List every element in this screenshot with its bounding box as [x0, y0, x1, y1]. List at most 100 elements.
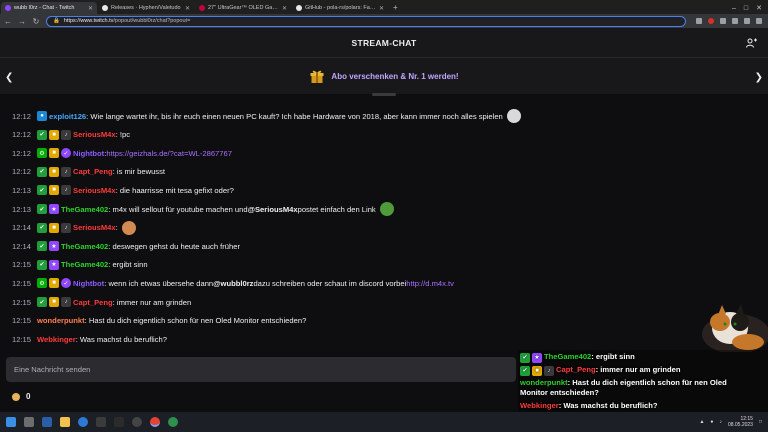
notifications-icon[interactable]: □: [759, 419, 762, 425]
task-view-icon[interactable]: [42, 417, 52, 427]
chat-username[interactable]: SeriousM4x: [73, 130, 116, 139]
chat-message[interactable]: 12:15 Webkinger: Was machst du beruflich?: [12, 331, 167, 347]
sub-badge-icon[interactable]: ★: [49, 241, 59, 252]
chat-message[interactable]: 12:12 ⚙ ■ ✓ Nightbot: https://geizhals.de/?c…: [12, 145, 232, 161]
chat-input[interactable]: Eine Nachricht senden: [6, 357, 516, 382]
sub-badge-icon[interactable]: ★: [49, 204, 59, 214]
blue-badge-icon[interactable]: ●: [37, 111, 47, 121]
back-icon[interactable]: ←: [4, 17, 12, 26]
address-bar[interactable]: 🔒 https://www.twitch.tv/popout/wubbl0rz/…: [46, 15, 686, 27]
sub-badge-icon[interactable]: ★: [49, 259, 59, 270]
browser-tab[interactable]: Releases · Hyphen/Valetudo ✕: [98, 2, 194, 14]
chat-username[interactable]: SeriousM4x: [73, 186, 116, 195]
community-icon[interactable]: [746, 38, 758, 48]
message-link[interactable]: http://d.m4x.tv: [406, 279, 454, 288]
search-icon[interactable]: [24, 417, 34, 427]
chrome-icon[interactable]: [150, 417, 160, 427]
chat-username[interactable]: Capt_Peng: [73, 167, 113, 176]
vip-badge-icon[interactable]: ✔: [37, 166, 47, 177]
vip-badge-icon[interactable]: ✔: [37, 259, 47, 270]
chevron-left-icon[interactable]: ❮: [5, 72, 13, 83]
gift-badge-icon[interactable]: ■: [49, 166, 59, 177]
bot-badge-icon[interactable]: ✓: [61, 148, 71, 159]
tab-close-icon[interactable]: ✕: [185, 5, 190, 12]
chat-message[interactable]: 12:15 wonderpunkt: Hast du dich eigentlic…: [12, 313, 306, 329]
chat-message[interactable]: 12:13 ✔ ★ TheGame402: m4x will sellout für …: [12, 201, 394, 217]
tab-close-icon[interactable]: ✕: [282, 5, 287, 12]
chat-username[interactable]: Nightbot: [73, 149, 104, 158]
chat-username[interactable]: Webkinger: [37, 335, 76, 344]
tray-chevron-icon[interactable]: ▲: [699, 419, 704, 425]
vip-badge-icon[interactable]: ✔: [37, 222, 47, 233]
terminal-icon[interactable]: [114, 417, 124, 427]
mod-badge-icon[interactable]: ⚙: [37, 278, 47, 289]
reload-icon[interactable]: ↻: [32, 17, 40, 26]
emote-icon[interactable]: [379, 202, 394, 216]
minimize-icon[interactable]: –: [732, 5, 736, 12]
chat-message[interactable]: 12:12 ✔ ■ ♪ SeriousM4x: !pc: [12, 127, 130, 143]
gift-badge-icon[interactable]: ■: [49, 129, 59, 140]
chat-message[interactable]: 12:12 ✔ ■ ♪ Capt_Peng: is mir bewusst: [12, 164, 165, 180]
volume-icon[interactable]: ♪: [719, 419, 722, 425]
chat-username[interactable]: wonderpunkt: [37, 316, 85, 325]
bot-badge-icon[interactable]: ✓: [61, 278, 71, 289]
chat-message[interactable]: 12:14 ✔ ★ TheGame402: deswegen gehst du heu…: [12, 238, 240, 254]
github-icon[interactable]: [96, 417, 106, 427]
emote-icon[interactable]: [121, 220, 136, 235]
start-icon[interactable]: [6, 417, 16, 427]
message-link[interactable]: https://geizhals.de/?cat=WL-2867767: [106, 149, 232, 158]
mod-badge-icon[interactable]: ⚙: [37, 148, 47, 159]
gift-badge-icon[interactable]: ■: [49, 222, 59, 233]
network-icon[interactable]: ●: [710, 419, 713, 425]
chat-username[interactable]: exploit126: [49, 112, 86, 121]
extension-icon[interactable]: [708, 18, 714, 24]
chat-username[interactable]: Nightbot: [73, 279, 104, 288]
chat-username[interactable]: TheGame402: [61, 242, 108, 251]
tab-close-icon[interactable]: ✕: [88, 5, 93, 12]
chat-username[interactable]: TheGame402: [61, 260, 108, 269]
clock[interactable]: 12:15 08.05.2023: [728, 416, 753, 428]
message-mention[interactable]: @wubbl0rz: [213, 279, 253, 288]
chevron-right-icon[interactable]: ❯: [755, 72, 763, 83]
chat-message[interactable]: 12:15 ✔ ■ ♪ Capt_Peng: immer nur am grinden: [12, 294, 191, 310]
app-icon[interactable]: [132, 417, 142, 427]
gift-badge-icon[interactable]: ■: [49, 297, 59, 307]
vip-badge-icon[interactable]: ✔: [37, 204, 47, 214]
profile-icon[interactable]: [744, 18, 750, 24]
browser-tab[interactable]: 27" UltraGear™ OLED Gaming M...✕: [195, 2, 291, 14]
maximize-icon[interactable]: □: [744, 5, 748, 12]
new-tab-button[interactable]: +: [388, 2, 403, 14]
browser-tab[interactable]: GitHub - pola-rs/polars: Fast mul...✕: [292, 2, 388, 14]
menu-icon[interactable]: [756, 18, 762, 24]
chat-username[interactable]: Capt_Peng: [73, 298, 113, 307]
sound-badge-icon[interactable]: ♪: [61, 185, 71, 196]
sound-badge-icon[interactable]: ♪: [61, 222, 71, 233]
chat-username[interactable]: SeriousM4x: [73, 223, 116, 232]
emote-icon[interactable]: [506, 109, 521, 123]
close-window-icon[interactable]: ✕: [756, 4, 762, 12]
browser-tab[interactable]: wubb l0rz - Chat - Twitch ✕: [1, 2, 97, 14]
gift-sub-banner[interactable]: ❮ Abo verschenken & Nr. 1 werden! ❯: [0, 58, 768, 94]
vip-badge-icon[interactable]: ✔: [37, 241, 47, 252]
chat-message-list[interactable]: 12:12 ● exploit126: Wie lange wartet ihr, …: [0, 96, 768, 350]
message-mention[interactable]: @SeriousM4x: [248, 205, 298, 214]
file-explorer-icon[interactable]: [60, 417, 70, 427]
sound-badge-icon[interactable]: ♪: [61, 129, 71, 140]
edge-icon[interactable]: [78, 417, 88, 427]
sound-badge-icon[interactable]: ♪: [61, 297, 71, 307]
settings-icon[interactable]: [168, 417, 178, 427]
vip-badge-icon[interactable]: ✔: [37, 129, 47, 140]
share-icon[interactable]: [696, 18, 702, 24]
chat-username[interactable]: TheGame402: [61, 205, 108, 214]
vip-badge-icon[interactable]: ✔: [37, 297, 47, 307]
forward-icon[interactable]: →: [18, 17, 26, 26]
puzzle-icon[interactable]: [720, 18, 726, 24]
sound-badge-icon[interactable]: ♪: [61, 166, 71, 177]
chat-message[interactable]: 12:13 ✔ ■ ♪ SeriousM4x: die haarrisse mit te…: [12, 182, 234, 198]
gift-badge-icon[interactable]: ■: [49, 185, 59, 196]
chat-message[interactable]: 12:12 ● exploit126: Wie lange wartet ihr, …: [12, 108, 521, 124]
vip-badge-icon[interactable]: ✔: [37, 185, 47, 196]
chat-message[interactable]: 12:15 ✔ ★ TheGame402: ergibt sinn: [12, 257, 148, 273]
tab-close-icon[interactable]: ✕: [379, 5, 384, 12]
channel-points[interactable]: 0: [12, 392, 30, 401]
